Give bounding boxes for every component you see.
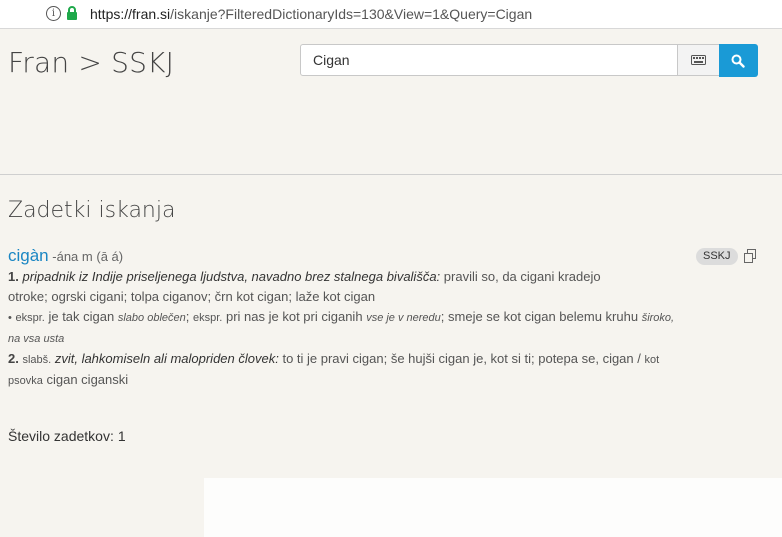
sense-2-line-1: 2. slabš. zvit, lahkomiseln ali maloprid… bbox=[8, 349, 773, 370]
phrase: pri nas je kot pri ciganih bbox=[225, 309, 363, 324]
qualifier: slabš. bbox=[22, 354, 52, 366]
lock-icon bbox=[67, 6, 77, 20]
phrase: ; smeje se kot cigan belemu kruhu bbox=[440, 309, 639, 324]
phrase-gloss: slabo oblečen bbox=[117, 312, 186, 324]
sense-1-line-1: 1. pripadnik iz Indije priseljenega ljud… bbox=[8, 267, 773, 287]
search-icon bbox=[731, 54, 745, 68]
qualifier: ekspr. bbox=[193, 312, 223, 324]
footer-panel bbox=[204, 478, 782, 537]
phrase-gloss: široko, bbox=[641, 312, 675, 324]
headword[interactable]: cigàn bbox=[8, 246, 49, 265]
entry-head: cigàn -ána m (ā á) bbox=[8, 246, 773, 267]
sense-1-line-2: otroke; ogrski cigani; tolpa ciganov; čr… bbox=[8, 287, 773, 307]
search-input[interactable] bbox=[300, 44, 678, 76]
qualifier: kot bbox=[644, 354, 660, 366]
separator: ; bbox=[185, 309, 190, 324]
search-button[interactable] bbox=[719, 44, 758, 77]
sense-number: 1. bbox=[8, 269, 19, 284]
sense-2-line-2: psovka cigan ciganski bbox=[8, 370, 773, 391]
result-count: Število zadetkov: 1 bbox=[8, 428, 126, 444]
phrase-gloss: vse je v neredu bbox=[366, 312, 441, 324]
dictionary-entry: cigàn -ána m (ā á) 1. pripadnik iz Indij… bbox=[8, 246, 773, 391]
sense-1-line-4: na vsa usta bbox=[8, 328, 773, 349]
sense-1-line-3: • ekspr. je tak cigan slabo oblečen; eks… bbox=[8, 307, 773, 328]
keyboard-icon bbox=[691, 55, 706, 65]
grammar: -ána m bbox=[52, 249, 93, 264]
phrase-gloss: na vsa usta bbox=[8, 333, 65, 345]
sense-examples: otroke; ogrski cigani; tolpa ciganov; čr… bbox=[8, 289, 376, 304]
dictionary-badge[interactable]: SSKJ bbox=[696, 248, 738, 265]
result-count-label: Število zadetkov: bbox=[8, 428, 114, 444]
url-text[interactable]: https://fran.si/iskanje?FilteredDictiona… bbox=[90, 6, 532, 22]
qualifier: psovka bbox=[8, 375, 43, 387]
accent-note: (ā á) bbox=[96, 249, 124, 264]
sense-examples: cigan ciganski bbox=[46, 372, 129, 387]
address-bar[interactable]: i https://fran.si/iskanje?FilteredDictio… bbox=[0, 0, 782, 29]
header-divider bbox=[0, 174, 782, 175]
info-icon[interactable]: i bbox=[46, 6, 61, 21]
bullet: • bbox=[8, 312, 12, 324]
sense-definition: zvit, lahkomiseln ali malopriden človek: bbox=[54, 351, 279, 366]
result-count-value: 1 bbox=[117, 428, 126, 444]
copy-icon[interactable] bbox=[743, 249, 757, 263]
qualifier: ekspr. bbox=[15, 312, 45, 324]
sense-number: 2. bbox=[8, 351, 19, 366]
sense-definition: pripadnik iz Indije priseljenega ljudstv… bbox=[22, 269, 441, 284]
keyboard-button[interactable] bbox=[678, 44, 720, 76]
phrase: je tak cigan bbox=[48, 309, 115, 324]
sense-examples: to ti je pravi cigan; še hujši cigan je,… bbox=[282, 351, 641, 366]
site-brand[interactable]: Fran > SSKJ bbox=[8, 46, 174, 79]
results-heading: Zadetki iskanja bbox=[8, 198, 176, 223]
sense-examples: pravili so, da cigani kradejo bbox=[443, 269, 601, 284]
